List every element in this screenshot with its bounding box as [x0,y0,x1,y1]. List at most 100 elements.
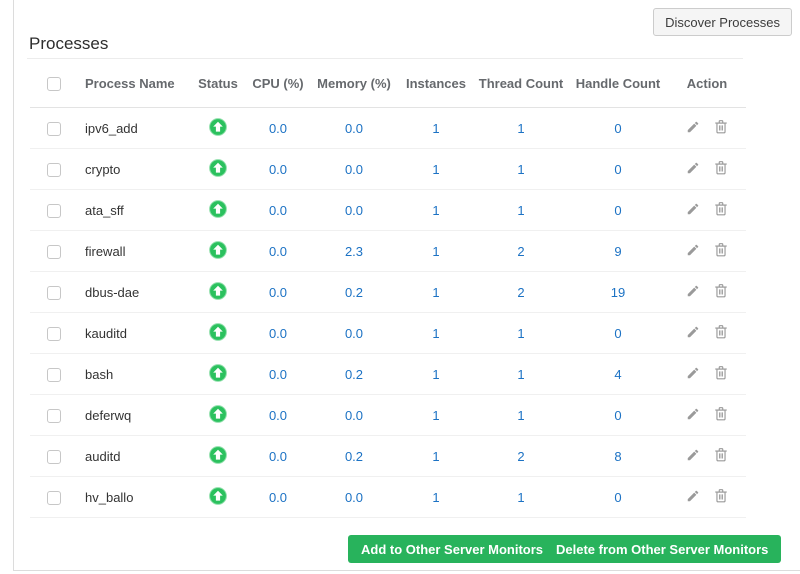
table-row: dbus-dae 0.0 0.2 1 2 19 [30,271,746,313]
edit-icon[interactable] [686,120,700,134]
memory-value: 2.3 [310,230,398,272]
delete-icon[interactable] [714,324,728,339]
memory-value: 0.0 [310,107,398,149]
row-checkbox[interactable] [47,449,61,464]
delete-from-other-server-monitors-button[interactable]: Delete from Other Server Monitors [543,535,782,563]
page-title: Processes [29,34,109,53]
instances-value[interactable]: 1 [398,148,474,190]
process-name: firewall [78,230,190,272]
edit-icon[interactable] [686,161,700,175]
handle-count-value: 0 [568,148,668,190]
process-table: Process Name Status CPU (%) Memory (%) I… [30,59,746,518]
row-checkbox[interactable] [47,121,61,136]
table-row: crypto 0.0 0.0 1 1 0 [30,148,746,190]
handle-count-value: 0 [568,312,668,354]
row-checkbox[interactable] [47,203,61,218]
instances-value[interactable]: 1 [398,476,474,518]
edit-icon[interactable] [686,202,700,216]
instances-value[interactable]: 1 [398,394,474,436]
delete-icon[interactable] [714,447,728,462]
instances-value[interactable]: 1 [398,271,474,313]
delete-icon[interactable] [714,160,728,175]
delete-icon[interactable] [714,406,728,421]
edit-icon[interactable] [686,407,700,421]
delete-icon[interactable] [714,242,728,257]
thread-count-value: 1 [474,107,568,149]
cpu-value: 0.0 [246,435,310,477]
edit-icon[interactable] [686,284,700,298]
column-header-handle-count: Handle Count [568,59,668,108]
discover-processes-button[interactable]: Discover Processes [653,8,792,36]
handle-count-value: 8 [568,435,668,477]
status-up-icon [209,117,227,136]
thread-count-value: 1 [474,312,568,354]
row-checkbox[interactable] [47,162,61,177]
table-row: kauditd 0.0 0.0 1 1 0 [30,312,746,354]
row-checkbox[interactable] [47,285,61,300]
delete-icon[interactable] [714,283,728,298]
delete-icon[interactable] [714,488,728,503]
status-up-icon [209,404,227,423]
status-up-icon [209,199,227,218]
delete-icon[interactable] [714,201,728,216]
cpu-value: 0.0 [246,353,310,395]
thread-count-value: 2 [474,435,568,477]
memory-value: 0.2 [310,353,398,395]
cpu-value: 0.0 [246,394,310,436]
cpu-value: 0.0 [246,230,310,272]
table-header-row: Process Name Status CPU (%) Memory (%) I… [30,59,746,108]
edit-icon[interactable] [686,325,700,339]
row-checkbox[interactable] [47,244,61,259]
thread-count-value: 1 [474,189,568,231]
row-checkbox[interactable] [47,408,61,423]
column-header-instances: Instances [398,59,474,108]
table-row: hv_ballo 0.0 0.0 1 1 0 [30,476,746,518]
edit-icon[interactable] [686,448,700,462]
processes-panel: Discover Processes Processes Process Nam… [0,0,800,574]
delete-icon[interactable] [714,365,728,380]
table-row: auditd 0.0 0.2 1 2 8 [30,435,746,477]
row-checkbox[interactable] [47,326,61,341]
instances-value[interactable]: 1 [398,230,474,272]
instances-value[interactable]: 1 [398,189,474,231]
memory-value: 0.2 [310,271,398,313]
status-up-icon [209,363,227,382]
memory-value: 0.0 [310,148,398,190]
row-checkbox[interactable] [47,490,61,505]
edit-icon[interactable] [686,243,700,257]
add-to-other-server-monitors-button[interactable]: Add to Other Server Monitors [348,535,557,563]
edit-icon[interactable] [686,489,700,503]
memory-value: 0.0 [310,476,398,518]
select-all-checkbox[interactable] [47,76,61,91]
process-name: crypto [78,148,190,190]
handle-count-value: 0 [568,394,668,436]
edit-icon[interactable] [686,366,700,380]
instances-value[interactable]: 1 [398,107,474,149]
instances-value[interactable]: 1 [398,312,474,354]
delete-icon[interactable] [714,119,728,134]
process-name: ata_sff [78,189,190,231]
thread-count-value: 1 [474,476,568,518]
column-header-cpu: CPU (%) [246,59,310,108]
instances-value[interactable]: 1 [398,353,474,395]
row-checkbox[interactable] [47,367,61,382]
cpu-value: 0.0 [246,271,310,313]
handle-count-value: 0 [568,476,668,518]
status-up-icon [209,240,227,259]
process-name: kauditd [78,312,190,354]
handle-count-value: 19 [568,271,668,313]
instances-value[interactable]: 1 [398,435,474,477]
process-table-body: ipv6_add 0.0 0.0 1 1 0 crypto 0.0 0.0 1 … [30,107,746,518]
thread-count-value: 1 [474,148,568,190]
status-up-icon [209,281,227,300]
cpu-value: 0.0 [246,312,310,354]
memory-value: 0.0 [310,312,398,354]
table-row: ata_sff 0.0 0.0 1 1 0 [30,189,746,231]
table-row: deferwq 0.0 0.0 1 1 0 [30,394,746,436]
column-header-process-name: Process Name [78,59,190,108]
status-up-icon [209,445,227,464]
memory-value: 0.0 [310,189,398,231]
table-row: ipv6_add 0.0 0.0 1 1 0 [30,107,746,149]
column-header-memory: Memory (%) [310,59,398,108]
process-name: hv_ballo [78,476,190,518]
